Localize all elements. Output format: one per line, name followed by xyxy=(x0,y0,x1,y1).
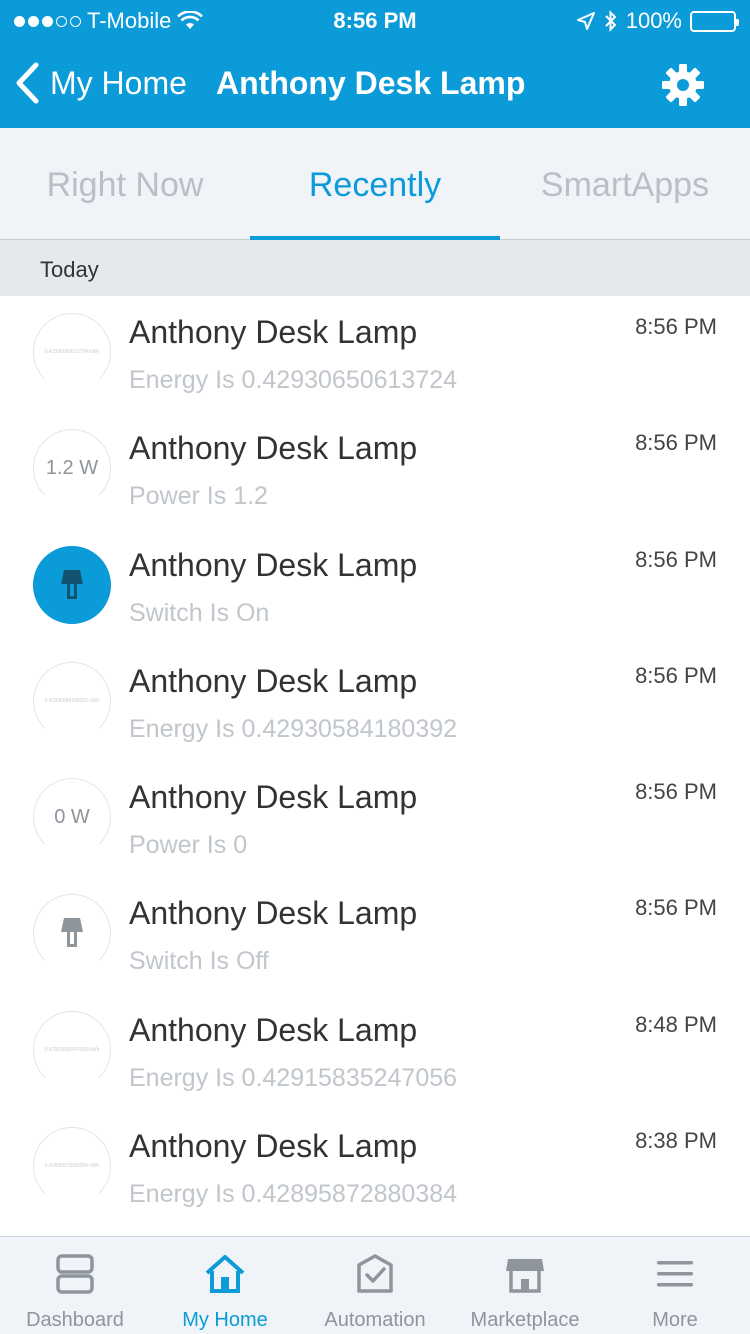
segment-tabs: Right Now Recently SmartApps xyxy=(0,128,750,240)
menu-icon xyxy=(657,1261,693,1287)
energy-icon: 0.42895872880384 kWh xyxy=(33,1127,111,1206)
event-title: Anthony Desk Lamp xyxy=(129,1128,418,1165)
tab-more[interactable]: More xyxy=(600,1237,750,1334)
tab-label: Automation xyxy=(324,1309,426,1331)
event-time: 8:48 PM xyxy=(635,1011,717,1037)
event-time: 8:56 PM xyxy=(635,662,717,688)
event-subtitle: Power Is 0 xyxy=(129,831,248,860)
bluetooth-icon xyxy=(605,10,617,32)
battery-icon xyxy=(690,10,739,32)
event-time: 8:56 PM xyxy=(635,314,717,339)
tab-label: Marketplace xyxy=(470,1309,580,1331)
energy-icon: 0.42930650613724 kWh xyxy=(33,313,111,391)
back-button[interactable]: My Home xyxy=(14,62,187,104)
list-item[interactable]: 1.2 W Anthony Desk Lamp Power Is 1.2 8:5… xyxy=(0,412,750,528)
list-item[interactable]: 0.42930650613724 kWh Anthony Desk Lamp E… xyxy=(0,296,750,412)
chevron-left-icon xyxy=(16,62,39,104)
event-subtitle: Energy Is 0.42895872880384 xyxy=(129,1180,458,1209)
lamp-on-icon xyxy=(33,545,111,624)
list-item[interactable]: Anthony Desk Lamp Switch Is On 8:56 PM xyxy=(0,529,750,645)
tab-smartapps[interactable]: SmartApps xyxy=(500,128,750,239)
tab-label: Dashboard xyxy=(26,1309,124,1331)
event-subtitle: Energy Is 0.42930650613724 xyxy=(129,366,458,394)
energy-badge: 0.42930650613724 kWh xyxy=(44,349,100,355)
tab-right-now[interactable]: Right Now xyxy=(0,128,250,239)
page-title: Anthony Desk Lamp xyxy=(216,65,526,101)
event-list[interactable]: 0.42930650613724 kWh Anthony Desk Lamp E… xyxy=(0,296,750,1236)
dashboard-icon xyxy=(56,1254,94,1294)
event-title: Anthony Desk Lamp xyxy=(129,779,418,816)
tab-label: My Home xyxy=(182,1309,268,1331)
event-title: Anthony Desk Lamp xyxy=(129,430,418,467)
event-time: 8:38 PM xyxy=(635,1128,717,1154)
battery-percent: 100% xyxy=(625,8,682,33)
event-time: 8:56 PM xyxy=(635,430,717,456)
location-icon xyxy=(576,12,595,30)
power-badge: 1.2 W xyxy=(45,456,99,479)
event-title: Anthony Desk Lamp xyxy=(129,1011,418,1048)
event-subtitle: Power Is 1.2 xyxy=(129,482,268,511)
tab-label: More xyxy=(652,1309,698,1331)
event-time: 8:56 PM xyxy=(635,895,717,921)
event-title: Anthony Desk Lamp xyxy=(129,895,418,932)
power-icon: 0 W xyxy=(33,778,111,857)
energy-badge: 0.42930584180392 kWh xyxy=(44,697,100,704)
event-title: Anthony Desk Lamp xyxy=(129,662,418,699)
energy-icon: 0.42930584180392 kWh xyxy=(33,661,111,740)
lamp-glyph xyxy=(61,918,83,948)
energy-icon: 0.42915835247056 kWh xyxy=(33,1010,111,1089)
status-right: 100% xyxy=(576,8,739,34)
event-subtitle: Energy Is 0.42915835247056 xyxy=(129,1063,458,1092)
tab-dashboard[interactable]: Dashboard xyxy=(0,1237,150,1334)
list-item[interactable]: 0.42895872880384 kWh Anthony Desk Lamp E… xyxy=(0,1110,750,1226)
tab-recently[interactable]: Recently xyxy=(250,128,500,240)
energy-badge: 0.42895872880384 kWh xyxy=(44,1163,100,1170)
tab-marketplace[interactable]: Marketplace xyxy=(450,1237,600,1334)
event-time: 8:56 PM xyxy=(635,546,717,572)
lamp-off-icon xyxy=(33,894,111,973)
automation-icon xyxy=(357,1254,393,1293)
list-item[interactable]: 0 W Anthony Desk Lamp Power Is 0 8:56 PM xyxy=(0,761,750,877)
lamp-glyph xyxy=(61,569,83,599)
list-item[interactable]: Anthony Desk Lamp Switch Is Off 8:56 PM xyxy=(0,877,750,993)
home-icon xyxy=(205,1255,245,1293)
event-title: Anthony Desk Lamp xyxy=(129,314,418,350)
bottom-tab-bar: Dashboard My Home Automation Marketplace… xyxy=(0,1236,750,1334)
list-item[interactable]: 0.42930584180392 kWh Anthony Desk Lamp E… xyxy=(0,645,750,761)
event-subtitle: Energy Is 0.42930584180392 xyxy=(129,714,458,743)
event-subtitle: Switch Is On xyxy=(129,598,270,627)
tab-my-home[interactable]: My Home xyxy=(150,1237,300,1334)
list-item[interactable]: 0.42915835247056 kWh Anthony Desk Lamp E… xyxy=(0,994,750,1110)
power-badge: 0 W xyxy=(54,805,90,828)
gear-icon[interactable] xyxy=(660,62,706,108)
energy-badge: 0.42915835247056 kWh xyxy=(44,1046,100,1053)
event-title: Anthony Desk Lamp xyxy=(129,546,418,583)
section-header: Today xyxy=(0,240,750,296)
event-subtitle: Switch Is Off xyxy=(129,947,269,976)
back-label: My Home xyxy=(50,64,187,101)
event-time: 8:56 PM xyxy=(635,779,717,805)
status-bar: T-Mobile 8:56 PM 100% xyxy=(0,0,750,40)
power-icon: 1.2 W xyxy=(33,429,111,508)
tab-automation[interactable]: Automation xyxy=(300,1237,450,1334)
marketplace-icon xyxy=(506,1259,544,1293)
nav-bar: My Home Anthony Desk Lamp xyxy=(0,40,750,128)
